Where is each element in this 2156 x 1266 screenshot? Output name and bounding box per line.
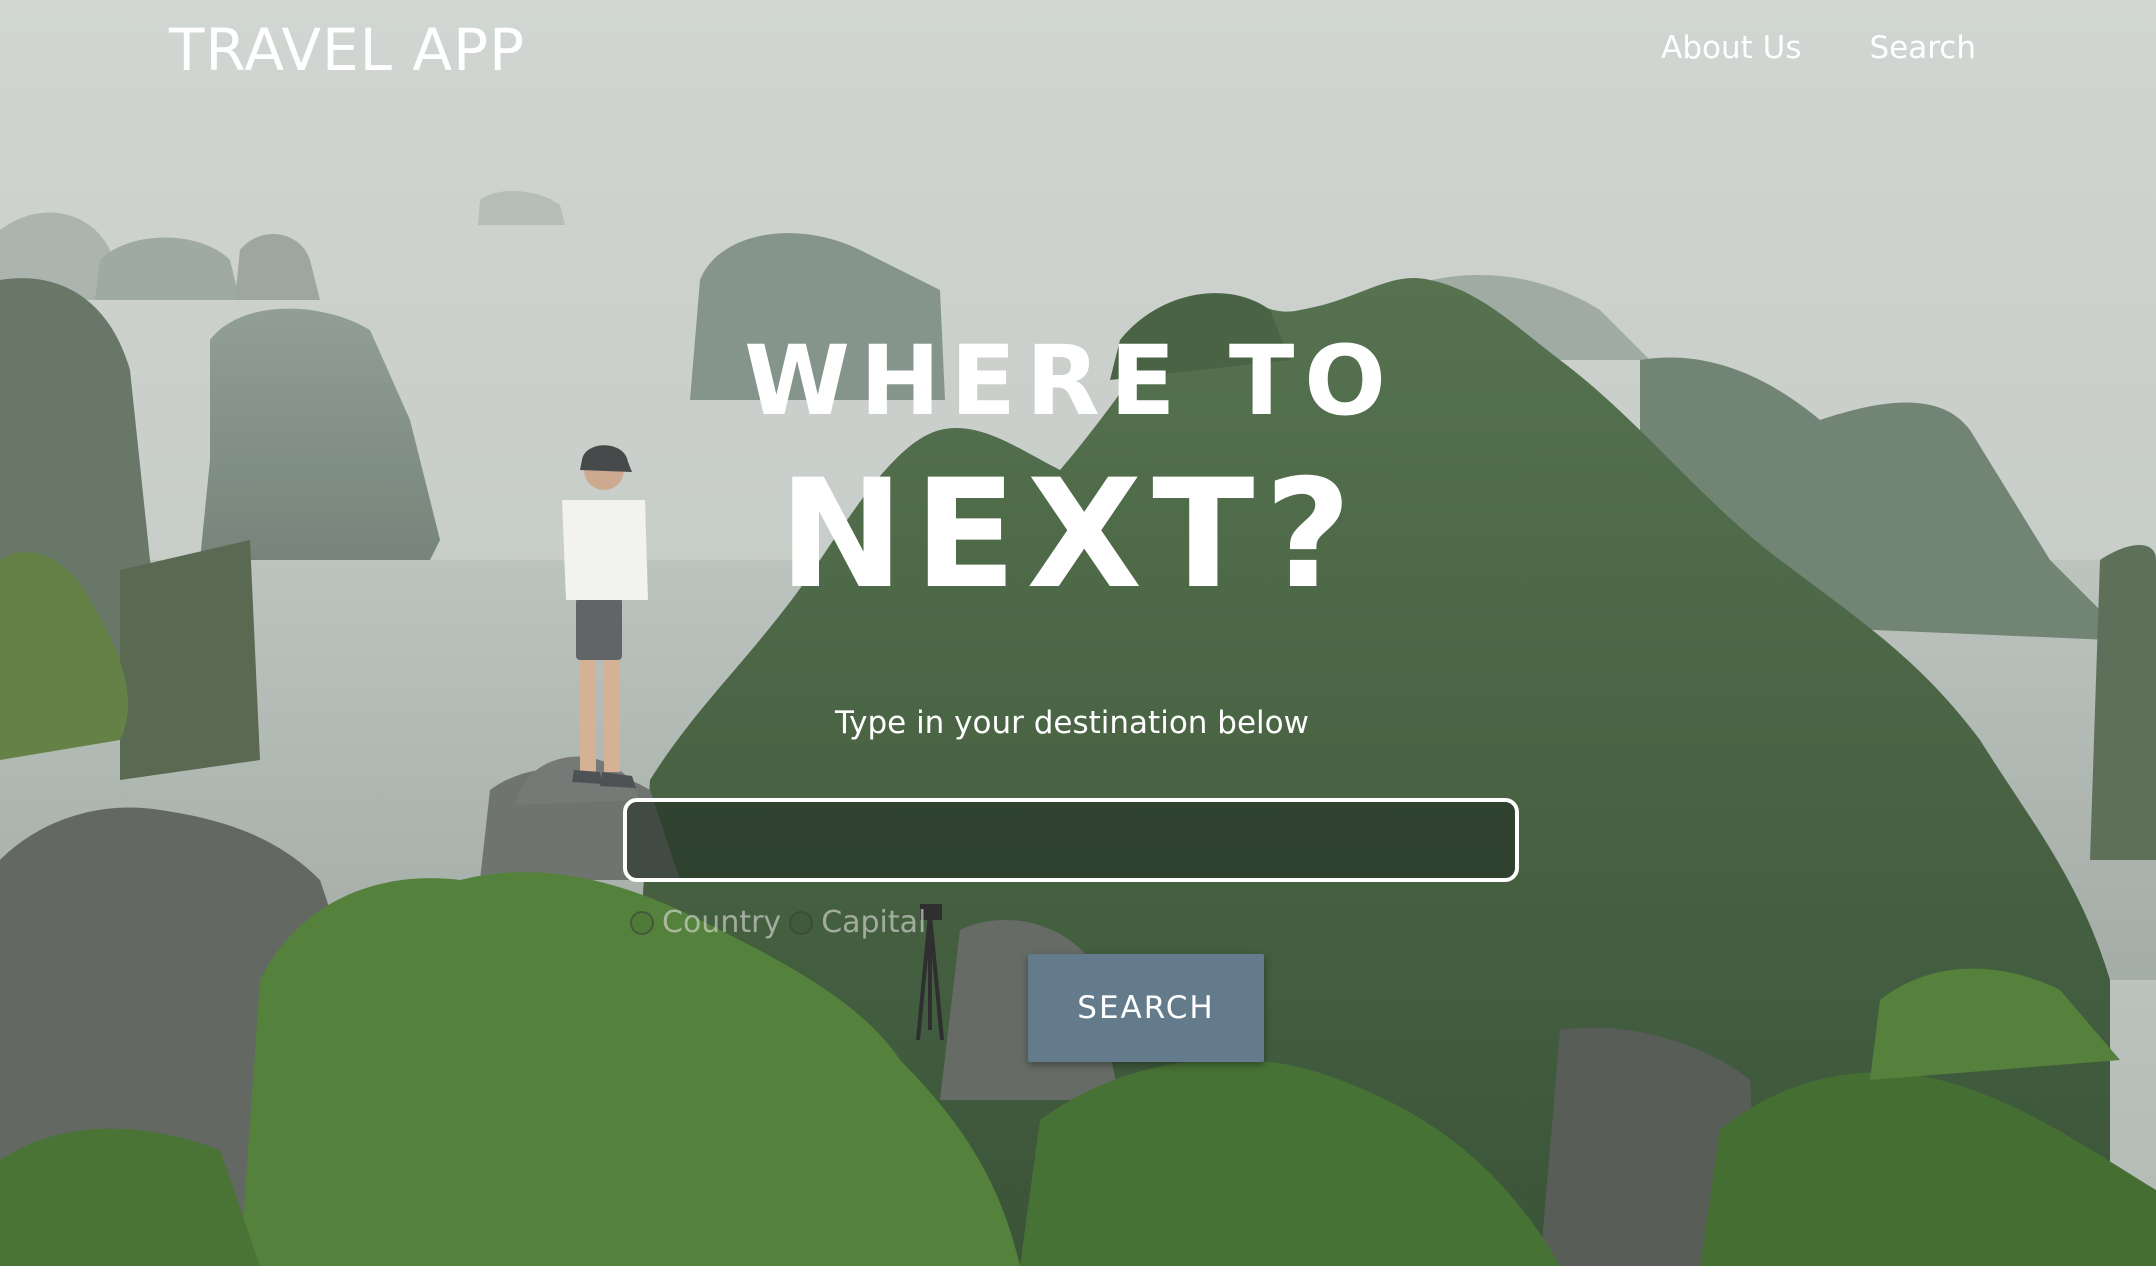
country-radio-label: Country — [662, 905, 782, 940]
hero-heading-line2: NEXT? — [778, 448, 1362, 622]
search-button[interactable]: SEARCH — [1028, 954, 1264, 1062]
nav-links: About Us Search — [1661, 30, 1976, 66]
nav-link-about-us[interactable]: About Us — [1661, 30, 1801, 66]
destination-search-input[interactable] — [623, 798, 1519, 882]
hero-subtitle: Type in your destination below — [835, 705, 1309, 741]
search-type-radio-group: Country Capital — [630, 905, 934, 940]
capital-radio[interactable] — [789, 910, 814, 935]
hero-heading-line1: WHERE TO — [744, 325, 1396, 437]
country-radio[interactable] — [630, 910, 654, 935]
app-logo-text[interactable]: TRAVEL APP — [169, 16, 525, 84]
nav-link-search[interactable]: Search — [1869, 30, 1976, 66]
top-navigation-bar: TRAVEL APP About Us Search — [0, 0, 2156, 110]
background-landscape-image — [0, 0, 2156, 1266]
capital-radio-label: Capital — [821, 905, 927, 940]
